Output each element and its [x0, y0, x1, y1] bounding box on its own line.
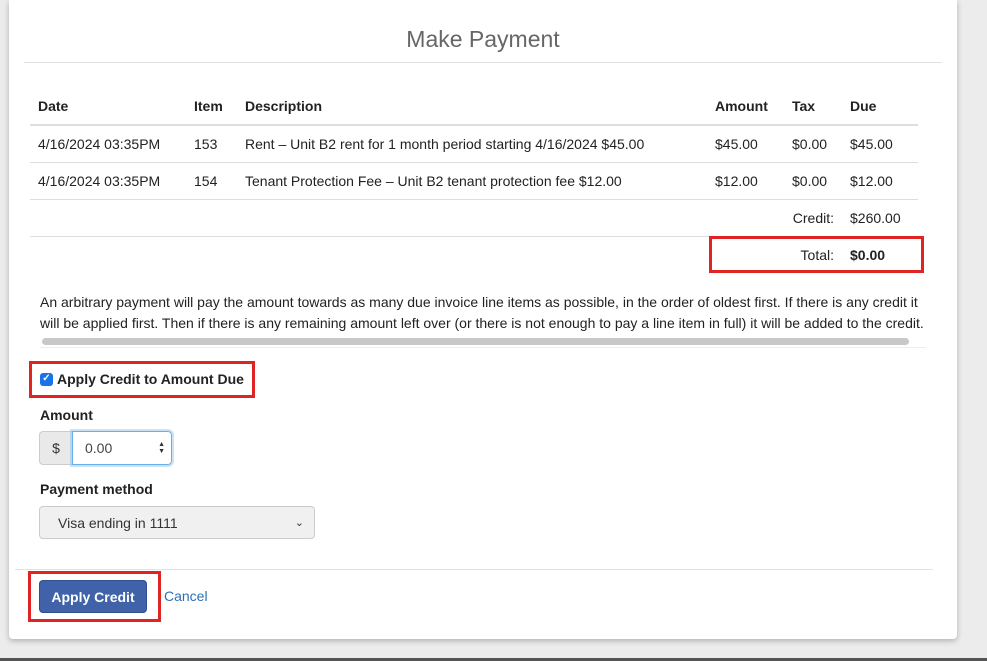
row-due: $45.00: [842, 124, 918, 162]
footer-divider: [15, 569, 933, 570]
col-header-tax: Tax: [784, 87, 842, 126]
payment-explanation: An arbitrary payment will pay the amount…: [40, 294, 924, 331]
payment-method-label: Payment method: [40, 481, 153, 497]
row-tax: $0.00: [784, 124, 842, 162]
row-item: 153: [186, 124, 237, 162]
row-amount: $12.00: [707, 161, 784, 199]
modal-title: Make Payment: [406, 26, 560, 52]
horizontal-scrollbar[interactable]: [40, 336, 926, 348]
number-spinner-icon[interactable]: ▲ ▼: [158, 441, 165, 455]
col-header-due: Due: [842, 87, 918, 126]
credit-row: Credit: $260.00: [30, 198, 918, 236]
row-description: Tenant Protection Fee – Unit B2 tenant p…: [237, 161, 707, 199]
invoice-table: Date Item Description Amount Tax Due 4/1…: [30, 87, 918, 273]
apply-credit-checkbox[interactable]: ✓: [40, 372, 53, 386]
col-header-amount: Amount: [707, 87, 784, 126]
amount-input-group: $ 0.00 ▲ ▼: [39, 431, 172, 465]
apply-credit-label: Apply Credit to Amount Due: [57, 371, 244, 387]
chevron-down-icon: ⌄: [294, 517, 304, 529]
apply-credit-button[interactable]: Apply Credit: [39, 580, 147, 613]
col-header-description: Description: [237, 87, 707, 126]
payment-method-selected: Visa ending in 1111: [58, 514, 178, 531]
col-header-date: Date: [30, 87, 186, 126]
row-date: 4/16/2024 03:35PM: [30, 161, 186, 199]
row-tax: $0.00: [784, 161, 842, 199]
total-row: Total: $0.00: [30, 235, 918, 273]
currency-addon: $: [39, 431, 72, 465]
amount-value: 0.00: [85, 440, 113, 456]
row-item: 154: [186, 161, 237, 199]
scrollbar-thumb[interactable]: [42, 338, 909, 345]
payment-method-select[interactable]: Visa ending in 1111 ⌄: [39, 506, 315, 539]
row-due: $12.00: [842, 161, 918, 199]
table-row: 4/16/2024 03:35PM 153 Rent – Unit B2 ren…: [30, 124, 918, 162]
total-label: Total:: [30, 235, 842, 273]
credit-value: $260.00: [842, 198, 918, 236]
row-amount: $45.00: [707, 124, 784, 162]
col-header-item: Item: [186, 87, 237, 126]
credit-label: Credit:: [30, 198, 842, 236]
table-header-row: Date Item Description Amount Tax Due: [30, 87, 918, 126]
amount-label: Amount: [40, 407, 93, 423]
amount-input[interactable]: 0.00 ▲ ▼: [72, 431, 172, 465]
row-description: Rent – Unit B2 rent for 1 month period s…: [237, 124, 707, 162]
total-value: $0.00: [842, 235, 918, 273]
table-row: 4/16/2024 03:35PM 154 Tenant Protection …: [30, 161, 918, 199]
cancel-link[interactable]: Cancel: [164, 588, 208, 604]
modal-header: Make Payment: [24, 0, 942, 63]
row-date: 4/16/2024 03:35PM: [30, 124, 186, 162]
apply-credit-checkbox-label[interactable]: ✓ Apply Credit to Amount Due: [40, 371, 244, 387]
